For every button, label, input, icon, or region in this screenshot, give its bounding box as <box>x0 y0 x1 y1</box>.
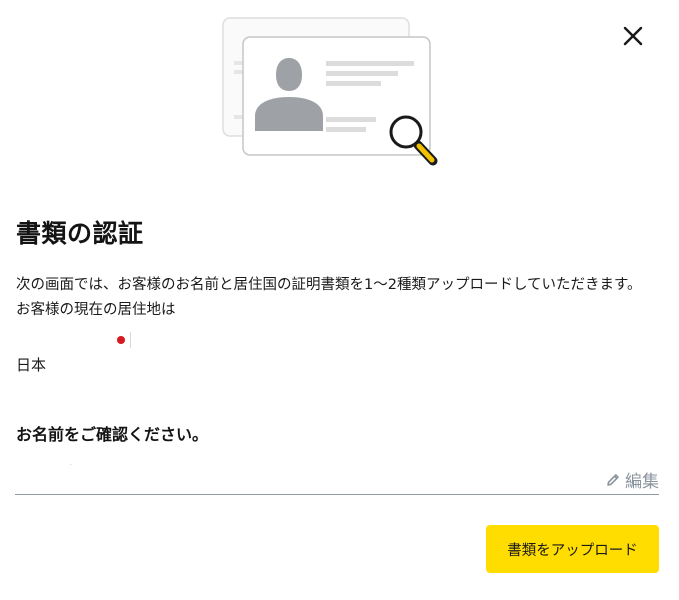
japan-flag-icon <box>111 332 131 348</box>
close-icon <box>623 26 643 46</box>
edit-label: 編集 <box>625 472 659 492</box>
upload-documents-button[interactable]: 書類をアップロード <box>486 525 659 573</box>
name-value: · <box>70 462 72 469</box>
country-name: 日本 <box>16 356 47 374</box>
close-button[interactable] <box>618 21 648 51</box>
page-title: 書類の認証 <box>16 219 144 248</box>
name-field: · 編集 <box>15 458 659 495</box>
pencil-icon <box>607 473 619 486</box>
description-line-2: お客様の現在の居住地は <box>16 302 176 318</box>
id-card-illustration <box>222 17 438 166</box>
description-line-1: 次の画面では、お客様のお名前と居住国の証明書類を1～2種類アップロードしていただ… <box>16 277 642 293</box>
edit-button[interactable]: 編集 <box>605 467 659 492</box>
confirm-name-label: お名前をご確認ください。 <box>16 425 209 444</box>
description: 次の画面では、お客様のお名前と居住国の証明書類を1～2種類アップロードしていただ… <box>16 273 642 323</box>
